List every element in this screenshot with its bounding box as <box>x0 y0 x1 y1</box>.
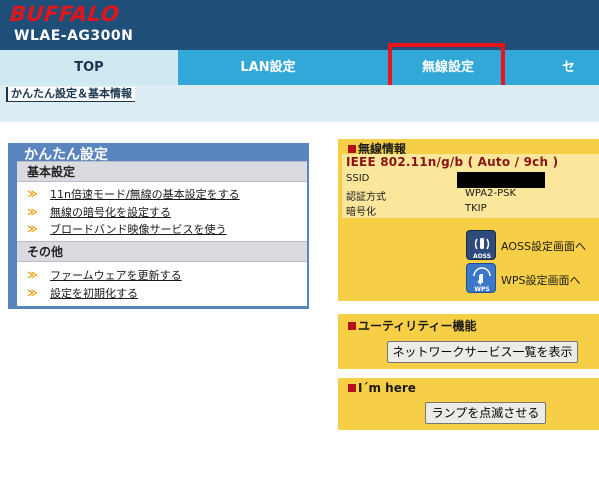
show-network-services-button[interactable]: ネットワークサービス一覧を表示 <box>387 341 578 363</box>
link-text[interactable]: 設定を初期化する <box>50 287 138 301</box>
sub-navigation: かんたん設定＆基本情報 <box>0 85 599 122</box>
wps-settings-link[interactable]: WPS設定画面へ <box>501 272 581 288</box>
im-here-panel: I´m here ランプを点滅させる <box>338 378 599 430</box>
blink-lamp-button[interactable]: ランプを点滅させる <box>425 402 546 424</box>
subtab-easy-settings[interactable]: かんたん設定＆基本情報 <box>6 87 135 102</box>
section-basic-settings: 基本設定 <box>17 161 307 182</box>
aoss-icon[interactable]: AOSS <box>466 230 496 260</box>
utility-title: ユーティリティー機能 <box>348 317 477 334</box>
main-tabs: TOP LAN設定 無線設定 セ <box>0 50 599 85</box>
aoss-icon-text: AOSS <box>473 253 491 260</box>
ssid-redacted <box>457 172 545 188</box>
model-name: WLAE-AG300N <box>14 28 134 44</box>
link-text[interactable]: ブロードバンド映像サービスを使う <box>50 223 227 237</box>
tab-wireless-settings[interactable]: 無線設定 <box>358 50 538 85</box>
link-text[interactable]: ファームウェアを更新する <box>50 269 182 283</box>
wps-icon-graphic: WPS <box>473 267 491 293</box>
tab-top[interactable]: TOP <box>0 50 178 85</box>
utility-panel: ユーティリティー機能 ネットワークサービス一覧を表示 <box>338 314 599 369</box>
buffalo-logo: BUFFALO <box>8 2 121 26</box>
easy-settings-panel: かんたん設定 基本設定 ≫ 11n倍速モード/無線の基本設定をする ≫ 無線の暗… <box>8 143 309 309</box>
double-arrow-icon: ≫ <box>27 189 37 200</box>
double-arrow-icon: ≫ <box>27 224 37 235</box>
header-bar: BUFFALO WLAE-AG300N <box>0 0 599 50</box>
section-other: その他 <box>17 241 307 262</box>
aoss-icon-graphic: AOSS <box>473 238 491 260</box>
wireless-info-panel: 無線情報 IEEE 802.11n/g/b ( Auto / 9ch ) SSI… <box>338 139 599 301</box>
ssid-label: SSID <box>346 173 370 184</box>
link-text[interactable]: 11n倍速モード/無線の基本設定をする <box>50 188 240 202</box>
auth-label: 認証方式 <box>346 192 386 203</box>
wireless-info-body: IEEE 802.11n/g/b ( Auto / 9ch ) SSID 認証方… <box>342 154 599 218</box>
utility-title-text: ユーティリティー機能 <box>358 319 477 333</box>
double-arrow-icon: ≫ <box>27 207 37 218</box>
auth-value: WPA2-PSK <box>465 188 517 199</box>
double-arrow-icon: ≫ <box>27 270 37 281</box>
square-bullet-icon <box>348 322 356 330</box>
wireless-standard: IEEE 802.11n/g/b ( Auto / 9ch ) <box>346 155 559 169</box>
wps-icon[interactable]: WPS <box>466 263 496 293</box>
double-arrow-icon: ≫ <box>27 288 37 299</box>
wps-icon-text: WPS <box>474 286 489 293</box>
im-here-title: I´m here <box>348 381 416 395</box>
easy-settings-body: 基本設定 ≫ 11n倍速モード/無線の基本設定をする ≫ 無線の暗号化を設定する… <box>17 161 307 306</box>
square-bullet-icon <box>348 384 356 392</box>
encryption-label: 暗号化 <box>346 207 376 218</box>
tab-lan-settings[interactable]: LAN設定 <box>178 50 358 85</box>
link-text[interactable]: 無線の暗号化を設定する <box>50 206 171 220</box>
aoss-settings-link[interactable]: AOSS設定画面へ <box>501 238 586 254</box>
im-here-title-text: I´m here <box>358 381 416 395</box>
square-bullet-icon <box>348 145 356 153</box>
tab-security[interactable]: セ <box>538 50 599 85</box>
encryption-value: TKIP <box>465 203 487 214</box>
